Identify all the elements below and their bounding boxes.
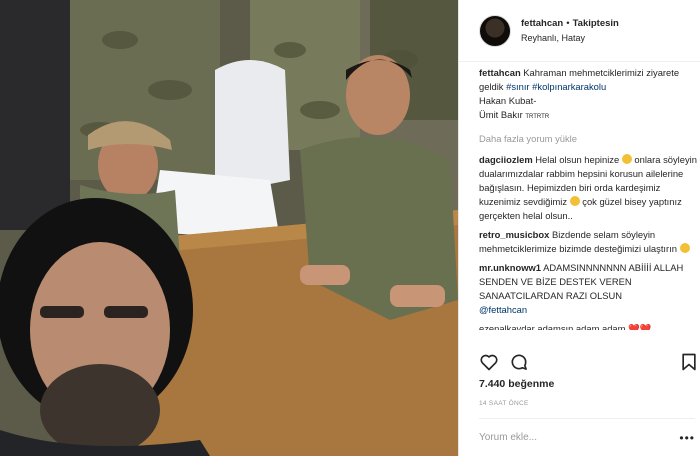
more-options-icon[interactable]: ••• [679,431,695,445]
caption-tiny-text: TRTRTR [525,114,550,120]
author-username[interactable]: fettahcan [521,18,563,29]
avatar[interactable] [479,14,511,47]
comment-input[interactable]: Yorum ekle... [479,432,537,443]
hashtag-link[interactable]: #sınır [506,81,529,92]
photo-illustration [0,0,458,456]
mention-link[interactable]: @fettahcan [479,304,527,315]
comment-text: Helal olsun hepinize [535,154,620,165]
caption-username[interactable]: fettahcan [479,67,521,78]
caption-line: Hakan Kubat- [479,95,537,106]
separator-dot: • [566,17,570,29]
post-header: fettahcan • Takiptesin Reyhanlı, Hatay [459,0,700,62]
comment-username[interactable]: retro_musicbox [479,229,549,240]
emoji-icon [621,154,632,164]
comment-icon[interactable] [509,352,529,372]
load-more-comments[interactable]: Daha fazla yorum yükle [479,132,697,146]
post-timestamp[interactable]: 14 SAAT ÖNCE [479,400,529,407]
comment-item: dagciiozlem Helal olsun hepinize onlara … [479,153,697,223]
add-comment-bar: Yorum ekle... ••• [479,418,695,456]
emoji-icon [679,243,690,253]
caption: fettahcan Kahraman mehmetciklerimizi ziy… [479,66,697,124]
emoji-icon [569,196,580,206]
comment-item: retro_musicbox Bizdende selam söyleyin m… [479,228,697,256]
cutoff-comment: ezenalkaydar adamsın adam adam ❤️❤️ [479,323,652,330]
heart-icon[interactable] [479,352,499,372]
post-sidebar: fettahcan • Takiptesin Reyhanlı, Hatay fet… [458,0,700,456]
comment-username[interactable]: dagciiozlem [479,154,533,165]
hashtag-link[interactable]: #kolpınarkarakolu [532,81,606,92]
caption-line: Ümit Bakır [479,109,523,120]
bookmark-icon[interactable] [679,352,699,372]
follow-status[interactable]: Takiptesin [573,18,619,29]
likes-count[interactable]: 7.440 beğenme [479,378,554,390]
comment-username[interactable]: mr.unknoww1 [479,262,541,273]
header-text: fettahcan • Takiptesin Reyhanlı, Hatay [521,17,619,45]
post-photo[interactable] [0,0,458,456]
comments-list[interactable]: fettahcan Kahraman mehmetciklerimizi ziy… [479,64,697,334]
post-location[interactable]: Reyhanlı, Hatay [521,31,619,45]
comment-item: mr.unknoww1 ADAMSINNNNNNN ABİİİİ ALLAH S… [479,261,697,317]
action-bar [473,346,700,376]
